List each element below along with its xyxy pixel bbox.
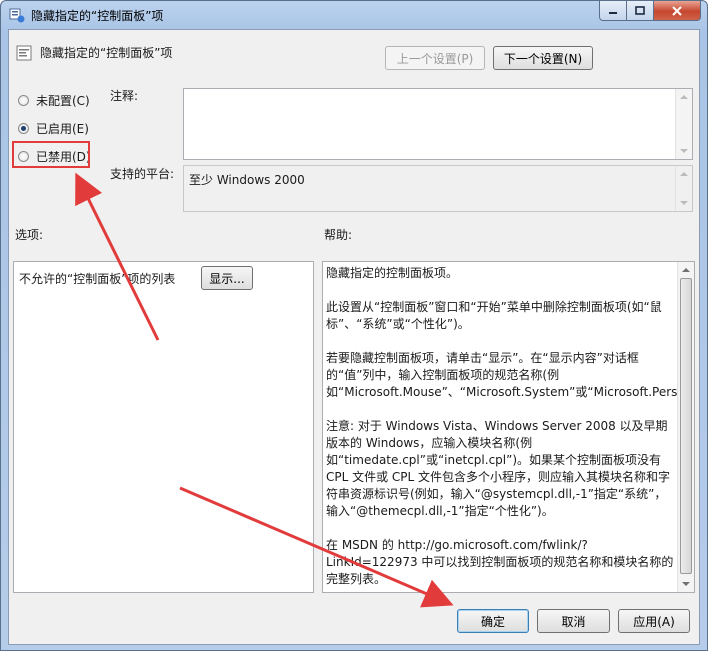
arrow-to-disabled-icon [75, 172, 160, 341]
arrow-to-ok-icon [179, 486, 454, 608]
annotation-arrows [75, 172, 454, 608]
